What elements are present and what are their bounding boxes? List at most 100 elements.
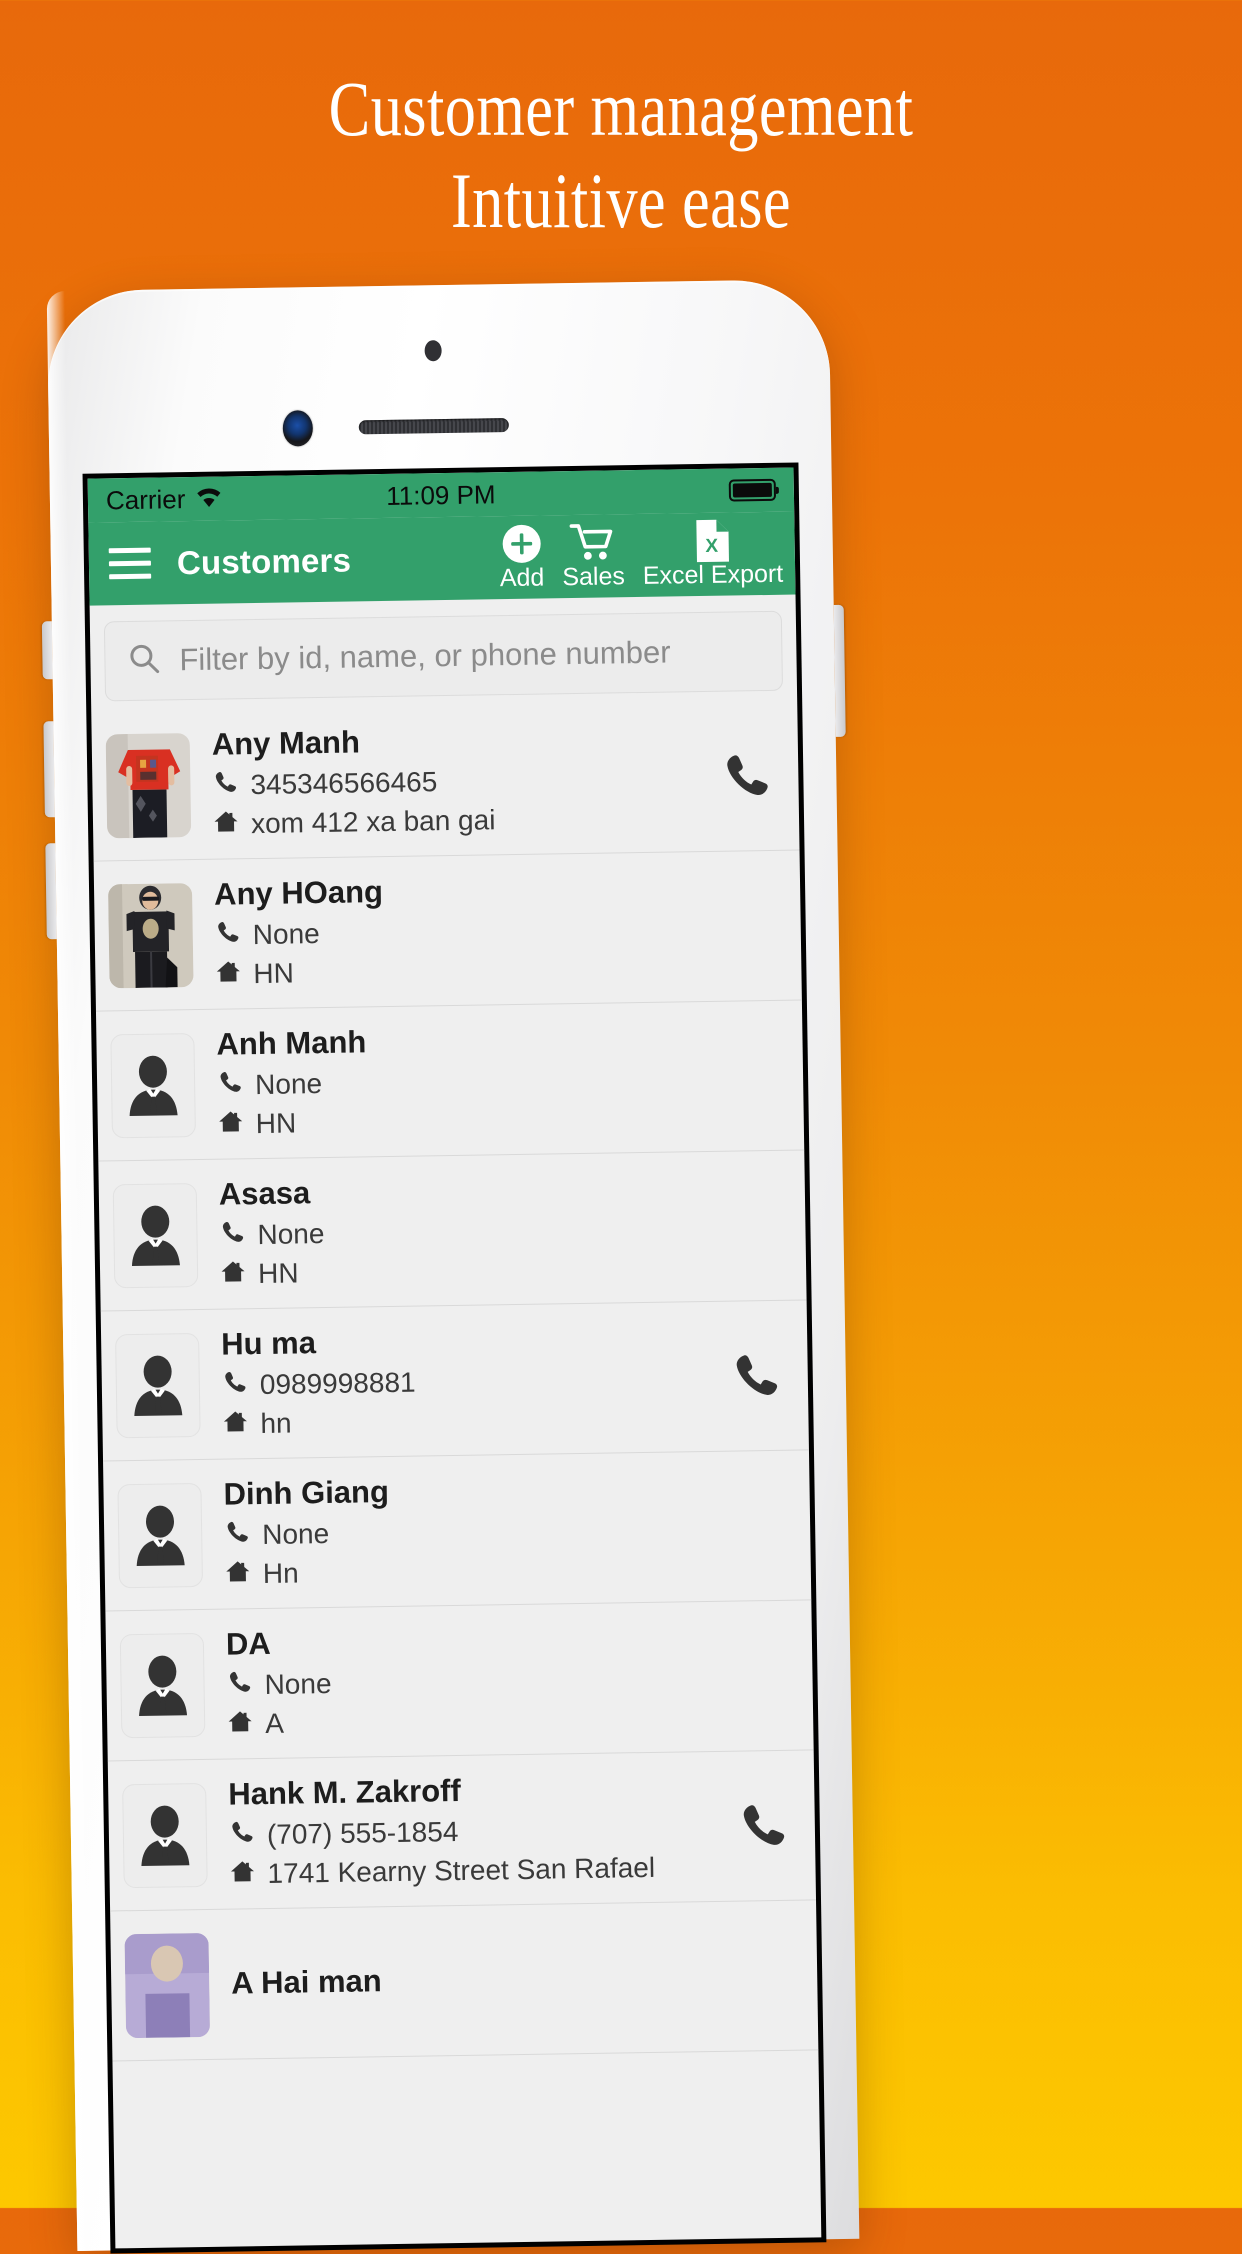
businessman-avatar-icon bbox=[131, 1205, 180, 1266]
contact-address-line: HN bbox=[215, 951, 711, 992]
plus-circle-icon bbox=[499, 522, 544, 565]
contact-name: Anh Manh bbox=[216, 1024, 367, 1062]
add-button-label: Add bbox=[499, 562, 545, 592]
contact-phone: (707) 555-1854 bbox=[266, 1816, 459, 1851]
contact-row[interactable]: Hank M. Zakroff (707) 555-1854 1741 Kearny… bbox=[107, 1750, 817, 1912]
contact-row[interactable]: A Hai man bbox=[110, 1900, 819, 2062]
contact-address-line: A bbox=[227, 1701, 723, 1742]
phone-icon bbox=[212, 769, 239, 802]
volume-down-button[interactable] bbox=[45, 843, 57, 940]
call-button[interactable] bbox=[724, 1799, 801, 1852]
contact-photo bbox=[107, 882, 194, 988]
app-bar-actions: Add Sales X Excel Export bbox=[499, 518, 783, 592]
contact-address-line: HN bbox=[218, 1101, 714, 1142]
contact-placeholder-avatar bbox=[110, 1032, 196, 1138]
contact-address-line: 1741 Kearny Street San Rafael bbox=[229, 1851, 725, 1892]
contact-phone: None bbox=[254, 1068, 323, 1101]
phone-icon bbox=[229, 1819, 256, 1852]
phone-screen: Carrier 11:09 PM Customers Add Sales X E… bbox=[82, 462, 827, 2254]
home-icon bbox=[223, 1411, 247, 1432]
promo-headline-line2: Intuitive ease bbox=[451, 157, 791, 244]
contact-photo bbox=[105, 732, 192, 838]
home-icon bbox=[222, 1408, 249, 1441]
call-button[interactable] bbox=[717, 1349, 794, 1402]
home-icon bbox=[214, 811, 238, 832]
volume-up-button[interactable] bbox=[43, 721, 55, 818]
businessman-avatar-icon bbox=[129, 1055, 178, 1116]
contact-photo-avatar bbox=[124, 1932, 211, 2038]
phone-handset-icon bbox=[736, 1354, 778, 1395]
contact-address-line: HN bbox=[220, 1251, 716, 1292]
contact-name: A Hai man bbox=[230, 1963, 382, 2001]
contact-row[interactable]: Any Manh 345346566465 xom 412 xa ban gai bbox=[91, 700, 800, 862]
contact-address: HN bbox=[255, 1107, 297, 1140]
businessman-avatar-icon bbox=[136, 1505, 185, 1566]
contact-placeholder-avatar bbox=[122, 1782, 208, 1888]
contact-phone-line: None bbox=[217, 1062, 713, 1103]
home-icon bbox=[229, 1858, 256, 1891]
contact-info: A Hai man bbox=[209, 1958, 728, 2003]
home-icon bbox=[215, 958, 242, 991]
page-title: Customers bbox=[176, 541, 352, 581]
excel-export-button[interactable]: X Excel Export bbox=[642, 518, 783, 589]
search-input[interactable]: Filter by id, name, or phone number bbox=[103, 610, 784, 702]
contact-row[interactable]: Asasa None HN bbox=[98, 1150, 807, 1312]
contact-name: Any Manh bbox=[211, 724, 361, 762]
call-button[interactable] bbox=[708, 749, 785, 802]
search-icon bbox=[127, 641, 162, 681]
front-camera-icon bbox=[282, 410, 314, 447]
contact-row[interactable]: DA None A bbox=[105, 1600, 814, 1762]
phone-icon bbox=[224, 1519, 251, 1552]
contact-phone: None bbox=[264, 1668, 332, 1701]
contact-name: DA bbox=[225, 1626, 271, 1662]
contact-row[interactable]: Dinh Giang None Hn bbox=[103, 1450, 812, 1612]
shopping-cart-icon bbox=[569, 521, 617, 564]
phone-icon bbox=[220, 1071, 241, 1092]
contact-row[interactable]: Hu ma 0989998881 hn bbox=[100, 1300, 809, 1462]
contact-address-line: Hn bbox=[225, 1551, 721, 1592]
contact-photo bbox=[124, 1932, 211, 2038]
contact-address: A bbox=[264, 1707, 285, 1740]
phone-icon bbox=[219, 1219, 246, 1252]
contact-placeholder-avatar bbox=[119, 1632, 206, 1738]
phone-icon bbox=[226, 1669, 253, 1702]
contact-placeholder-avatar bbox=[117, 1482, 204, 1588]
contact-photo-avatar bbox=[105, 732, 192, 838]
contact-name: Asasa bbox=[218, 1175, 311, 1212]
phone-icon bbox=[229, 1671, 251, 1692]
contact-name: Any HOang bbox=[213, 874, 384, 912]
add-button[interactable]: Add bbox=[499, 522, 545, 592]
contact-address-line: hn bbox=[222, 1401, 718, 1442]
contact-phone: None bbox=[252, 918, 320, 951]
phone-icon bbox=[215, 919, 242, 952]
home-icon bbox=[213, 808, 240, 841]
contact-placeholder-avatar bbox=[115, 1332, 201, 1438]
contact-address: HN bbox=[257, 1257, 299, 1290]
customer-list[interactable]: Any Manh 345346566465 xom 412 xa ban gai An… bbox=[91, 700, 819, 2062]
phone-handset-icon bbox=[743, 1804, 785, 1845]
sales-button[interactable]: Sales bbox=[561, 521, 625, 591]
phone-icon bbox=[218, 921, 239, 942]
hamburger-menu-icon[interactable] bbox=[108, 547, 152, 580]
businessman-avatar-icon bbox=[134, 1355, 183, 1416]
contact-name: Hank M. Zakroff bbox=[228, 1773, 462, 1812]
contact-info: DA None A bbox=[204, 1619, 724, 1742]
home-icon bbox=[230, 1861, 254, 1882]
contact-address: hn bbox=[260, 1407, 292, 1440]
contact-row[interactable]: Any HOang None HN bbox=[93, 850, 802, 1012]
promo-headline-line1: Customer management bbox=[328, 65, 914, 152]
home-icon bbox=[227, 1708, 254, 1741]
home-icon bbox=[225, 1558, 252, 1591]
contact-phone: 0989998881 bbox=[259, 1366, 416, 1401]
contact-name: Hu ma bbox=[220, 1325, 317, 1362]
contact-info: Any HOang None HN bbox=[192, 869, 712, 992]
power-button[interactable] bbox=[833, 604, 846, 737]
contact-phone: None bbox=[257, 1218, 325, 1251]
contact-photo-avatar bbox=[107, 882, 194, 988]
phone-icon bbox=[222, 1221, 244, 1242]
mute-switch[interactable] bbox=[41, 621, 53, 680]
proximity-sensor-icon bbox=[424, 340, 442, 362]
home-icon bbox=[218, 1108, 245, 1141]
contact-row[interactable]: Anh Manh None HN bbox=[95, 1000, 805, 1162]
search-container: Filter by id, name, or phone number bbox=[90, 595, 798, 712]
